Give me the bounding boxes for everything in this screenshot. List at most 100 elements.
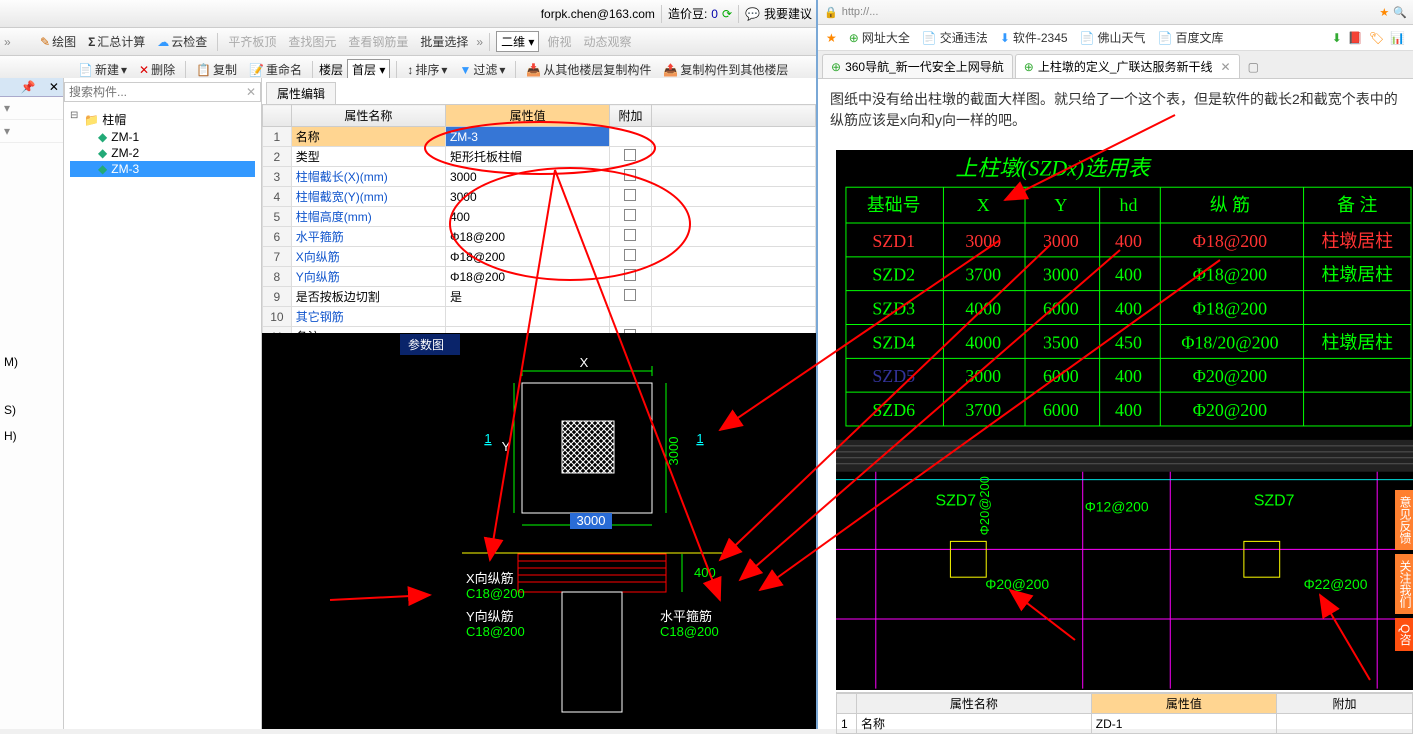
fav-link-traffic[interactable]: 📄交通违法 (922, 29, 988, 46)
prop-row[interactable]: 5柱帽高度(mm)400 (263, 207, 816, 227)
prop-name: 名称 (857, 714, 1092, 734)
svg-text:Φ20@200: Φ20@200 (977, 476, 992, 535)
prop-row[interactable]: 9是否按板边切割是 (263, 287, 816, 307)
side-tab-feedback[interactable]: 意见反馈 (1395, 490, 1413, 550)
svg-text:Φ12@200: Φ12@200 (1085, 499, 1149, 515)
cloud-check-button[interactable]: ☁云检查 (153, 31, 211, 52)
dock-item[interactable]: H) (0, 427, 63, 445)
prop-val[interactable]: ZD-1 (1091, 714, 1276, 734)
svg-text:Φ20@200: Φ20@200 (1193, 400, 1267, 420)
prop-row[interactable]: 6水平箍筋Φ18@200 (263, 227, 816, 247)
svg-text:SZD1: SZD1 (872, 231, 915, 251)
find-replace-button[interactable]: 查找图元 (284, 31, 340, 52)
flatten-top-button[interactable]: 平齐板顶 (224, 31, 280, 52)
tree-pane: ✕ 📁 柱帽 ◆ZM-1 ◆ZM-2 ◆ZM-3 (64, 78, 262, 729)
dock-item[interactable]: S) (0, 401, 63, 419)
fav-link-all[interactable]: ⊕网址大全 (849, 29, 910, 46)
side-tab-follow[interactable]: 关注我们 (1395, 554, 1413, 614)
col-val: 属性值 (1091, 694, 1276, 714)
search-icon[interactable]: 🔍 (1393, 6, 1407, 19)
prop-row[interactable]: 3柱帽截长(X)(mm)3000 (263, 167, 816, 187)
dl-icon[interactable]: ⬇ (1332, 31, 1342, 45)
copy-to-other-button[interactable]: 📤复制构件到其他楼层 (659, 59, 792, 80)
copy-from-other-button[interactable]: 📥从其他楼层复制构件 (522, 59, 655, 80)
svg-text:3500: 3500 (1043, 332, 1079, 352)
tab-question[interactable]: ⊕上柱墩的定义_广联达服务新干线 ✕ (1015, 54, 1240, 78)
svg-text:1: 1 (484, 431, 491, 446)
svg-text:400: 400 (1115, 231, 1142, 251)
view-rebar-button[interactable]: 查看钢筋量 (344, 31, 412, 52)
svg-text:C18@200: C18@200 (660, 624, 719, 639)
prop-row[interactable]: 2类型矩形托板柱帽 (263, 147, 816, 167)
svg-text:3000: 3000 (577, 513, 606, 528)
svg-text:3000: 3000 (965, 231, 1001, 251)
svg-text:400: 400 (694, 565, 716, 580)
star-icon[interactable]: ★ (1379, 6, 1389, 19)
chat-icon[interactable]: 💬 (745, 7, 760, 21)
sort-button[interactable]: ↕排序 ▾ (403, 59, 451, 80)
col-prop-name: 属性名称 (291, 105, 445, 127)
svg-text:3000: 3000 (1043, 231, 1079, 251)
dock-item[interactable]: M) (0, 353, 63, 371)
svg-text:基础号: 基础号 (867, 195, 921, 215)
new-tab-button[interactable]: ▢ (1242, 56, 1265, 78)
fav-link-foshan[interactable]: 📄佛山天气 (1080, 29, 1146, 46)
prop-row[interactable]: 4柱帽截宽(Y)(mm)3000 (263, 187, 816, 207)
svg-text:SZD6: SZD6 (872, 400, 915, 420)
book-icon[interactable]: 📕 (1348, 31, 1363, 45)
suggest-link[interactable]: 我要建议 (764, 5, 812, 22)
tree-item-zm3[interactable]: ◆ZM-3 (70, 161, 255, 177)
dyn-observe-button[interactable]: 动态观察 (579, 31, 635, 52)
tree-root[interactable]: 📁 柱帽 (70, 110, 255, 129)
svg-text:X向纵筋: X向纵筋 (466, 571, 514, 586)
view-2d-select[interactable]: 二维 ▾ (496, 31, 539, 52)
prop-row[interactable]: 10其它钢筋 (263, 307, 816, 327)
browser-address-bar[interactable]: 🔒 http://... ★ 🔍 (818, 0, 1413, 25)
delete-button[interactable]: ✕删除 (135, 59, 179, 80)
prop-row[interactable]: 7X向纵筋Φ18@200 (263, 247, 816, 267)
tree-item-zm1[interactable]: ◆ZM-1 (70, 129, 255, 145)
svg-text:备 注: 备 注 (1337, 195, 1377, 215)
refresh-icon[interactable]: ⟳ (722, 7, 732, 21)
svg-text:400: 400 (1115, 366, 1142, 386)
credits-label: 造价豆: (668, 5, 707, 22)
new-button[interactable]: 📄新建 ▾ (74, 59, 131, 80)
tree-item-zm2[interactable]: ◆ZM-2 (70, 145, 255, 161)
col-attach: 附加 (1277, 694, 1413, 714)
svg-text:X: X (977, 195, 990, 215)
search-input[interactable]: ✕ (64, 82, 261, 102)
pin-icon[interactable]: 📌 (21, 80, 36, 94)
sum-calc-button[interactable]: Σ 汇总计算 (84, 31, 149, 52)
property-tab[interactable]: 属性编辑 (266, 82, 336, 104)
close-icon[interactable]: ✕ (49, 80, 59, 94)
dock-dropdown[interactable]: ▾ (0, 120, 63, 143)
prop-row[interactable]: 1名称ZM-3 (263, 127, 816, 147)
rename-button[interactable]: 📝重命名 (245, 59, 306, 80)
clear-icon[interactable]: ✕ (246, 85, 256, 99)
svg-text:Φ22@200: Φ22@200 (1304, 576, 1368, 592)
fav-link-2345[interactable]: ⬇软件-2345 (1000, 29, 1068, 46)
svg-text:X: X (580, 355, 589, 370)
browser-pane: 🔒 http://... ★ 🔍 ★ ⊕网址大全 📄交通违法 ⬇软件-2345 … (816, 0, 1413, 729)
tag-icon[interactable]: 🏷 (1369, 31, 1384, 45)
filter-button[interactable]: ▼过滤 ▾ (455, 59, 509, 80)
draw-button[interactable]: ✎绘图 (36, 31, 80, 52)
dock-dropdown[interactable]: ▾ (0, 97, 63, 120)
floor-select[interactable]: 首层 ▾ (347, 59, 390, 80)
side-tab-q[interactable]: Q咨 (1395, 618, 1413, 651)
svg-text:柱墩居柱: 柱墩居柱 (1322, 231, 1394, 251)
fav-link-baidu[interactable]: 📄百度文库 (1158, 29, 1224, 46)
svg-text:Y: Y (1054, 195, 1067, 215)
tab-360nav[interactable]: ⊕360导航_新一代安全上网导航 (822, 54, 1013, 78)
svg-text:SZD2: SZD2 (872, 265, 915, 285)
overlook-button[interactable]: 俯视 (543, 31, 575, 52)
svg-text:SZD5: SZD5 (872, 366, 915, 386)
copy-button[interactable]: 📋复制 (192, 59, 241, 80)
svg-text:Φ18@200: Φ18@200 (1193, 231, 1267, 251)
tab-close-icon[interactable]: ✕ (1221, 60, 1231, 74)
batch-select-button[interactable]: 批量选择 (416, 31, 472, 52)
svg-text:SZD7: SZD7 (935, 493, 976, 510)
prop-row[interactable]: 8Y向纵筋Φ18@200 (263, 267, 816, 287)
fav-star-icon[interactable]: ★ (826, 31, 837, 45)
chart-icon[interactable]: 📊 (1390, 31, 1405, 45)
